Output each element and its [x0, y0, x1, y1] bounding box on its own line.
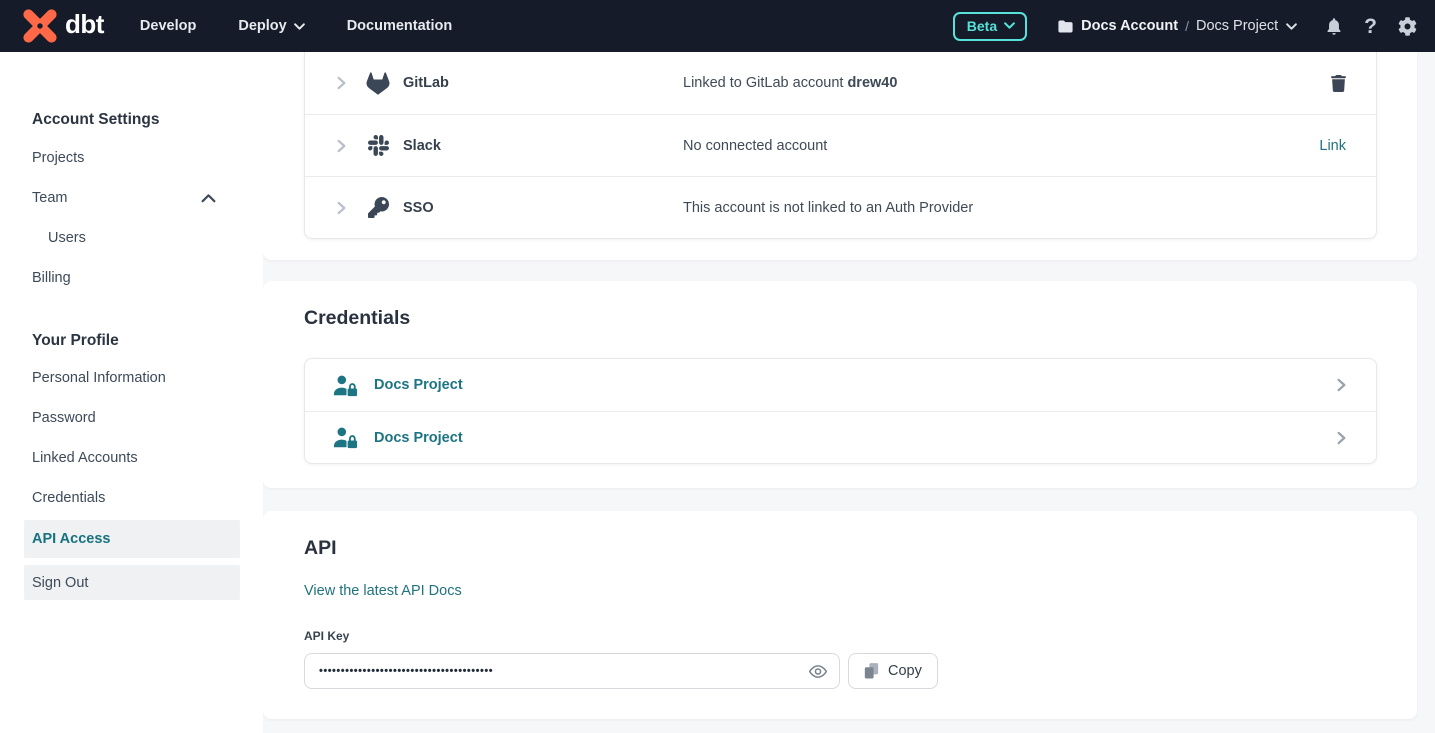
- chevron-right-icon: [1337, 431, 1346, 445]
- account-status: No connected account: [683, 138, 1319, 154]
- credentials-card: Credentials Docs Project Docs Project: [263, 281, 1417, 488]
- sidebar-item-billing[interactable]: Billing: [0, 258, 263, 298]
- settings-sidebar: Account Settings Projects Team Users Bil…: [0, 52, 263, 733]
- chevron-right-icon: [1337, 378, 1346, 392]
- account-name: Slack: [403, 138, 683, 154]
- copy-icon: [864, 662, 879, 680]
- chevron-down-icon: [1004, 22, 1015, 29]
- breadcrumb: Docs Account / Docs Project: [1057, 18, 1297, 34]
- chevron-down-icon: [294, 23, 305, 30]
- gear-icon[interactable]: [1398, 17, 1417, 36]
- linked-accounts-card: GitLab Linked to GitLab account drew40 S…: [263, 52, 1417, 260]
- linked-account-row-gitlab: GitLab Linked to GitLab account drew40: [305, 52, 1376, 114]
- api-card: API View the latest API Docs API Key Cop…: [263, 511, 1417, 719]
- chevron-up-icon[interactable]: [201, 194, 216, 203]
- credential-row[interactable]: Docs Project: [305, 411, 1376, 463]
- breadcrumb-project-dropdown[interactable]: Docs Project: [1196, 18, 1297, 34]
- sidebar-item-personal-information[interactable]: Personal Information: [0, 358, 263, 398]
- help-icon[interactable]: ?: [1364, 16, 1377, 37]
- credentials-title: Credentials: [304, 305, 1377, 332]
- dbt-logo-icon: [22, 8, 58, 44]
- sidebar-item-team[interactable]: Team: [0, 178, 263, 218]
- top-navbar: dbt Develop Deploy Documentation Beta Do…: [0, 0, 1435, 52]
- notifications-bell-icon[interactable]: [1325, 17, 1343, 36]
- linked-account-row-sso: SSO This account is not linked to an Aut…: [305, 176, 1376, 238]
- show-key-eye-icon[interactable]: [808, 663, 828, 680]
- sidebar-item-api-access[interactable]: API Access: [24, 520, 240, 558]
- copy-api-key-button[interactable]: Copy: [848, 653, 938, 689]
- sidebar-heading-account-settings: Account Settings: [32, 109, 263, 131]
- slack-icon: [366, 135, 390, 156]
- sidebar-item-credentials[interactable]: Credentials: [0, 478, 263, 518]
- key-icon: [366, 197, 390, 218]
- main-content: GitLab Linked to GitLab account drew40 S…: [263, 52, 1435, 733]
- breadcrumb-account[interactable]: Docs Account: [1081, 18, 1178, 34]
- credential-row[interactable]: Docs Project: [305, 359, 1376, 411]
- credentials-list: Docs Project Docs Project: [304, 358, 1377, 464]
- nav-develop[interactable]: Develop: [140, 18, 196, 34]
- api-key-field-wrap: [304, 653, 840, 689]
- expand-chevron-right-icon[interactable]: [337, 76, 346, 90]
- chevron-down-icon: [1286, 23, 1297, 30]
- sidebar-item-password[interactable]: Password: [0, 398, 263, 438]
- user-lock-icon: [333, 426, 358, 449]
- sidebar-item-linked-accounts[interactable]: Linked Accounts: [0, 438, 263, 478]
- breadcrumb-separator: /: [1185, 18, 1189, 34]
- brand-wordmark: dbt: [65, 11, 104, 41]
- account-status: This account is not linked to an Auth Pr…: [683, 200, 1346, 216]
- expand-chevron-right-icon[interactable]: [337, 201, 346, 215]
- dbt-logo[interactable]: dbt: [22, 8, 104, 44]
- nav-deploy[interactable]: Deploy: [238, 18, 304, 34]
- link-account-button[interactable]: Link: [1319, 138, 1346, 154]
- credential-project-link[interactable]: Docs Project: [374, 430, 463, 446]
- sidebar-item-projects[interactable]: Projects: [0, 138, 263, 178]
- nav-documentation[interactable]: Documentation: [347, 18, 453, 34]
- api-key-label: API Key: [304, 628, 1377, 644]
- linked-account-row-slack: Slack No connected account Link: [305, 114, 1376, 176]
- api-docs-link[interactable]: View the latest API Docs: [304, 583, 462, 599]
- sidebar-item-sign-out[interactable]: Sign Out: [24, 565, 240, 600]
- account-name: GitLab: [403, 75, 683, 91]
- sidebar-item-users[interactable]: Users: [0, 218, 263, 258]
- user-lock-icon: [333, 374, 358, 397]
- beta-dropdown-button[interactable]: Beta: [953, 12, 1027, 41]
- delete-trash-icon[interactable]: [1331, 75, 1346, 92]
- api-title: API: [304, 535, 1377, 562]
- folder-icon: [1057, 19, 1074, 34]
- primary-nav: Develop Deploy Documentation: [140, 18, 452, 34]
- gitlab-icon: [366, 72, 390, 95]
- account-name: SSO: [403, 200, 683, 216]
- api-key-input[interactable]: [305, 654, 839, 688]
- sidebar-heading-your-profile: Your Profile: [32, 330, 263, 352]
- linked-accounts-list: GitLab Linked to GitLab account drew40 S…: [304, 52, 1377, 239]
- expand-chevron-right-icon[interactable]: [337, 139, 346, 153]
- credential-project-link[interactable]: Docs Project: [374, 377, 463, 393]
- account-status: Linked to GitLab account drew40: [683, 75, 1331, 91]
